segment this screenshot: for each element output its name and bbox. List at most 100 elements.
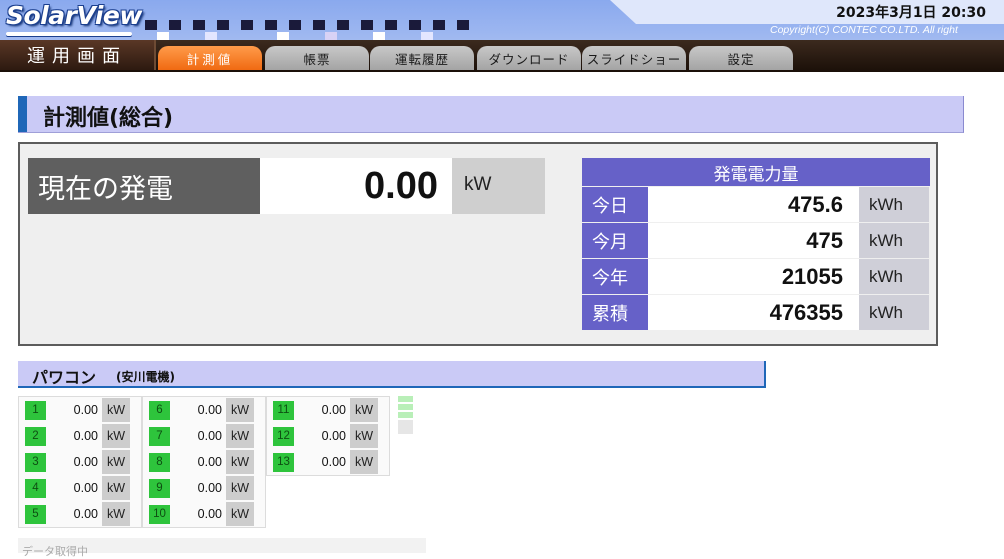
- indicator-bar: [398, 420, 413, 434]
- pc-unit-unit: kW: [226, 450, 254, 474]
- app-header: SolarView 2023年3月1日 20:30 Copyright(C) C…: [0, 0, 1004, 72]
- nav-main-operation[interactable]: 運用画面: [0, 40, 156, 70]
- pc-unit-row[interactable]: 10 0.00 kW: [143, 501, 265, 527]
- indicator-bar: [398, 412, 413, 418]
- energy-row-value: 475.6: [649, 187, 859, 222]
- energy-row-label: 今日: [582, 187, 649, 222]
- pc-unit-unit: kW: [102, 398, 130, 422]
- energy-row-value: 21055: [649, 259, 859, 294]
- pc-unit-value: 0.00: [197, 429, 222, 443]
- indicator-bar: [398, 396, 413, 402]
- tab-measurements[interactable]: 計測値: [158, 46, 262, 70]
- current-generation-label: 現在の発電: [28, 158, 260, 214]
- energy-row-label: 累積: [582, 295, 649, 330]
- pc-unit-number: 3: [25, 452, 46, 472]
- energy-row-unit: kWh: [859, 187, 929, 222]
- pc-unit-row[interactable]: 9 0.00 kW: [143, 475, 265, 501]
- energy-row-value: 475: [649, 223, 859, 258]
- pc-unit-unit: kW: [226, 502, 254, 526]
- energy-table-header: 発電電力量: [582, 158, 930, 186]
- pc-unit-number: 6: [149, 400, 170, 420]
- pc-unit-unit: kW: [102, 476, 130, 500]
- energy-row-today: 今日 475.6 kWh: [582, 187, 930, 222]
- energy-row-label: 今月: [582, 223, 649, 258]
- energy-row-label: 今年: [582, 259, 649, 294]
- status-message: データ取得中: [18, 538, 426, 558]
- pc-unit-unit: kW: [350, 398, 378, 422]
- pc-unit-row[interactable]: 13 0.00 kW: [267, 449, 389, 475]
- current-generation-value: 0.00: [260, 158, 452, 214]
- pc-unit-value: 0.00: [197, 507, 222, 521]
- pc-unit-number: 2: [25, 426, 46, 446]
- solarview-logo: SolarView: [6, 1, 142, 30]
- power-conditioner-column-2: 6 0.00 kW 7 0.00 kW 8 0.00 kW 9 0.00 kW …: [142, 396, 266, 528]
- pc-unit-row[interactable]: 4 0.00 kW: [19, 475, 141, 501]
- pc-unit-unit: kW: [350, 450, 378, 474]
- pc-unit-row[interactable]: 3 0.00 kW: [19, 449, 141, 475]
- pc-unit-value: 0.00: [197, 481, 222, 495]
- tab-reports[interactable]: 帳票: [265, 46, 369, 70]
- status-indicator-bars: [398, 396, 413, 436]
- copyright-text: Copyright(C) CONTEC CO.LTD. All right: [770, 24, 958, 36]
- pc-unit-unit: kW: [226, 476, 254, 500]
- pc-unit-value: 0.00: [321, 455, 346, 469]
- power-conditioner-title-band: パワコン (安川電機): [18, 361, 766, 388]
- energy-row-unit: kWh: [859, 295, 929, 330]
- power-conditioner-column-3: 11 0.00 kW 12 0.00 kW 13 0.00 kW: [266, 396, 390, 476]
- energy-row-value: 476355: [649, 295, 859, 330]
- pc-unit-unit: kW: [102, 502, 130, 526]
- page-title: 計測値(総合): [43, 106, 174, 131]
- pc-unit-unit: kW: [102, 450, 130, 474]
- pc-unit-row[interactable]: 12 0.00 kW: [267, 423, 389, 449]
- pc-unit-value: 0.00: [321, 429, 346, 443]
- pc-unit-number: 11: [273, 400, 294, 420]
- energy-row-unit: kWh: [859, 223, 929, 258]
- page-title-band: 計測値(総合): [18, 96, 964, 133]
- datetime-display: 2023年3月1日 20:30: [836, 5, 986, 21]
- pc-unit-value: 0.00: [73, 481, 98, 495]
- pc-unit-value: 0.00: [73, 455, 98, 469]
- pc-unit-value: 0.00: [73, 429, 98, 443]
- pc-unit-number: 10: [149, 504, 170, 524]
- pc-unit-row[interactable]: 1 0.00 kW: [19, 397, 141, 423]
- pc-unit-value: 0.00: [321, 403, 346, 417]
- tab-slideshow[interactable]: スライドショー: [582, 46, 686, 70]
- pc-unit-number: 12: [273, 426, 294, 446]
- pc-unit-number: 9: [149, 478, 170, 498]
- pc-unit-value: 0.00: [197, 455, 222, 469]
- pc-unit-unit: kW: [226, 398, 254, 422]
- pc-unit-value: 0.00: [73, 507, 98, 521]
- energy-row-month: 今月 475 kWh: [582, 223, 930, 258]
- power-conditioner-column-1: 1 0.00 kW 2 0.00 kW 3 0.00 kW 4 0.00 kW …: [18, 396, 142, 528]
- pc-unit-row[interactable]: 6 0.00 kW: [143, 397, 265, 423]
- tab-operation-history[interactable]: 運転履歴: [370, 46, 474, 70]
- indicator-bar: [398, 404, 413, 410]
- tab-settings[interactable]: 設定: [689, 46, 793, 70]
- summary-panel: 現在の発電 0.00 kW 発電電力量 今日 475.6 kWh 今月 475 …: [18, 142, 938, 346]
- pc-unit-value: 0.00: [73, 403, 98, 417]
- energy-row-year: 今年 21055 kWh: [582, 259, 930, 294]
- pc-unit-number: 7: [149, 426, 170, 446]
- power-conditioner-title: パワコン: [32, 368, 97, 387]
- energy-row-total: 累積 476355 kWh: [582, 295, 930, 330]
- logo-underline: [6, 32, 132, 36]
- energy-row-unit: kWh: [859, 259, 929, 294]
- pc-unit-value: 0.00: [197, 403, 222, 417]
- pc-unit-row[interactable]: 7 0.00 kW: [143, 423, 265, 449]
- pc-unit-number: 4: [25, 478, 46, 498]
- pc-unit-row[interactable]: 11 0.00 kW: [267, 397, 389, 423]
- pc-unit-number: 5: [25, 504, 46, 524]
- pc-unit-number: 1: [25, 400, 46, 420]
- current-generation-unit: kW: [452, 158, 545, 214]
- tab-download[interactable]: ダウンロード: [477, 46, 581, 70]
- pc-unit-row[interactable]: 2 0.00 kW: [19, 423, 141, 449]
- pc-unit-unit: kW: [102, 424, 130, 448]
- pc-unit-row[interactable]: 8 0.00 kW: [143, 449, 265, 475]
- pc-unit-number: 13: [273, 452, 294, 472]
- pc-unit-number: 8: [149, 452, 170, 472]
- energy-table: 発電電力量 今日 475.6 kWh 今月 475 kWh 今年 21055 k…: [582, 158, 930, 330]
- power-conditioner-maker: (安川電機): [116, 370, 175, 384]
- pc-unit-row[interactable]: 5 0.00 kW: [19, 501, 141, 527]
- pc-unit-unit: kW: [226, 424, 254, 448]
- pc-unit-unit: kW: [350, 424, 378, 448]
